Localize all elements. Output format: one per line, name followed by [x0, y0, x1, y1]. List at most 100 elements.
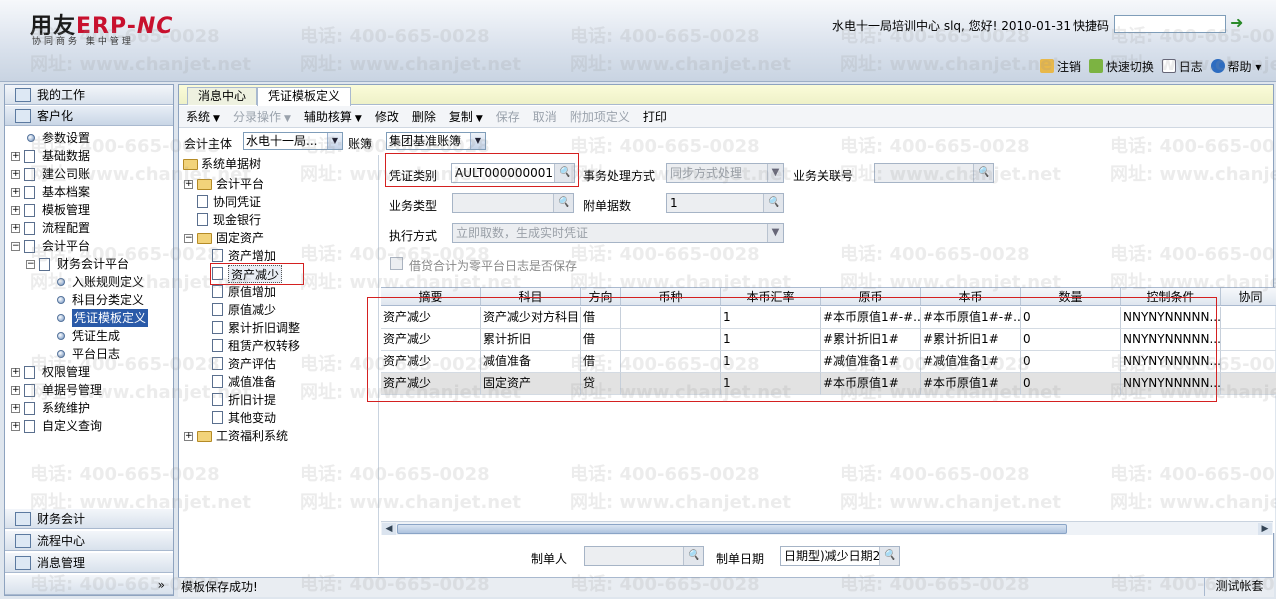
table-cell[interactable]: 资产减少对方科目: [481, 307, 581, 329]
logout-link[interactable]: 注销: [1040, 58, 1081, 75]
tab-message-center[interactable]: 消息中心: [187, 87, 258, 105]
chevron-down-icon[interactable]: ▼: [470, 133, 485, 149]
menu-item[interactable]: 辅助核算 ▼: [304, 106, 362, 130]
search-icon[interactable]: 🔍: [553, 194, 573, 212]
search-icon[interactable]: 🔍: [683, 547, 703, 565]
doc-tree-item[interactable]: 累计折旧调整: [228, 319, 300, 337]
scroll-thumb[interactable]: [397, 524, 1067, 534]
expand-toggle-icon[interactable]: +: [11, 404, 20, 413]
doc-tree-item[interactable]: 资产评估: [228, 355, 276, 373]
log-link[interactable]: 日志: [1161, 58, 1203, 75]
table-cell[interactable]: 减值准备: [481, 351, 581, 373]
search-icon[interactable]: 🔍: [879, 547, 899, 565]
table-row[interactable]: 资产减少 累计折旧借 1 #累计折旧1# #累计折旧1# 0 NNYNYNNNNN...: [381, 329, 1276, 351]
chevron-down-icon[interactable]: ▼: [327, 133, 342, 149]
table-cell[interactable]: #累计折旧1#: [921, 329, 1021, 351]
table-cell[interactable]: [1221, 373, 1276, 395]
table-cell[interactable]: [621, 307, 721, 329]
table-cell[interactable]: 借: [581, 307, 621, 329]
expand-toggle-icon[interactable]: +: [11, 422, 20, 431]
table-cell[interactable]: #本币原值1#-#...: [821, 307, 921, 329]
table-cell[interactable]: NNYNYNNNNN...: [1121, 351, 1221, 373]
voucher-type-field[interactable]: AULT000000001") 🔍: [451, 163, 575, 183]
doc-tree-item[interactable]: 会计平台: [216, 175, 264, 193]
expand-toggle-icon[interactable]: −: [184, 234, 193, 243]
nav-tree-item[interactable]: 建公司账: [42, 165, 90, 183]
table-cell[interactable]: 固定资产: [481, 373, 581, 395]
expand-toggle-icon[interactable]: +: [11, 224, 20, 233]
book-select[interactable]: 集团基准账簿 ▼: [386, 132, 486, 150]
expand-toggle-icon[interactable]: −: [11, 242, 20, 251]
nav-section-flow[interactable]: 流程中心: [5, 531, 173, 551]
process-select[interactable]: 同步方式处理 ▼: [666, 163, 784, 183]
nav-tree-item[interactable]: 凭证模板定义: [72, 309, 149, 327]
go-arrow-icon[interactable]: ➜: [1230, 14, 1246, 32]
nav-tree-item[interactable]: 基础数据: [42, 147, 90, 165]
search-icon[interactable]: 🔍: [763, 194, 783, 212]
doc-tree-item[interactable]: 其他变动: [228, 409, 276, 427]
nav-section-finance[interactable]: 财务会计: [5, 509, 173, 529]
doc-tree-item[interactable]: 原值增加: [228, 283, 276, 301]
doc-tree-item[interactable]: 工资福利系统: [216, 427, 288, 445]
nav-tree-item[interactable]: 流程配置: [42, 219, 90, 237]
doc-tree-item[interactable]: 固定资产: [216, 229, 264, 247]
column-header[interactable]: 币种: [621, 288, 721, 306]
shortcut-input[interactable]: [1114, 15, 1226, 33]
nav-tree-item[interactable]: 会计平台: [42, 237, 90, 255]
doc-tree-item[interactable]: 协同凭证: [213, 193, 261, 211]
column-header[interactable]: 本币: [921, 288, 1021, 306]
expand-toggle-icon[interactable]: +: [11, 188, 20, 197]
biz-link-field[interactable]: 🔍: [874, 163, 994, 183]
expand-toggle-icon[interactable]: +: [11, 386, 20, 395]
table-cell[interactable]: 资产减少: [381, 373, 481, 395]
table-cell[interactable]: NNYNYNNNNN...: [1121, 307, 1221, 329]
doc-tree-item[interactable]: 现金银行: [213, 211, 261, 229]
table-cell[interactable]: 资产减少: [381, 307, 481, 329]
table-row[interactable]: 资产减少 减值准备借 1 #减值准备1# #减值准备1# 0 NNYNYNNNNN...: [381, 351, 1276, 373]
expand-toggle-icon[interactable]: +: [11, 368, 20, 377]
table-row[interactable]: 资产减少 固定资产贷 1 #本币原值1# #本币原值1# 0 NNYNYNNNNN...: [381, 373, 1276, 395]
column-header[interactable]: 原币: [821, 288, 921, 306]
table-cell[interactable]: 贷: [581, 373, 621, 395]
table-cell[interactable]: 1: [721, 307, 821, 329]
table-cell[interactable]: [1221, 351, 1276, 373]
nav-tree-item[interactable]: 凭证生成: [72, 327, 120, 345]
doc-tree-item[interactable]: 原值减少: [228, 301, 276, 319]
nav-tree-item[interactable]: 自定义查询: [42, 417, 102, 435]
nav-collapse-bar[interactable]: »: [5, 575, 173, 595]
table-cell[interactable]: 0: [1021, 373, 1121, 395]
table-cell[interactable]: [621, 329, 721, 351]
tab-voucher-template[interactable]: 凭证模板定义: [257, 87, 352, 106]
nav-tree-item[interactable]: 入账规则定义: [72, 273, 144, 291]
nav-section-customize[interactable]: 客户化: [5, 106, 173, 126]
doc-tree-item[interactable]: 减值准备: [228, 373, 276, 391]
doc-tree-root[interactable]: 系统单据树: [201, 155, 261, 173]
menu-item[interactable]: 修改: [375, 106, 399, 128]
menu-item[interactable]: 复制 ▼: [449, 106, 483, 130]
expand-toggle-icon[interactable]: +: [184, 432, 193, 441]
table-cell[interactable]: #本币原值1#: [921, 373, 1021, 395]
doc-tree-item[interactable]: 租赁产权转移: [228, 337, 300, 355]
table-cell[interactable]: #减值准备1#: [921, 351, 1021, 373]
attach-field[interactable]: 1 🔍: [666, 193, 784, 213]
table-cell[interactable]: 借: [581, 329, 621, 351]
horizontal-scrollbar[interactable]: ◀ ▶: [381, 521, 1273, 535]
log-save-checkbox[interactable]: [390, 257, 403, 270]
table-cell[interactable]: 资产减少: [381, 351, 481, 373]
maker-field[interactable]: 🔍: [584, 546, 704, 566]
table-row[interactable]: 资产减少 资产减少对方科目借 1 #本币原值1#-#... #本币原值1#-#... 0 N…: [381, 307, 1276, 329]
chevron-down-icon[interactable]: ▼: [767, 224, 783, 242]
table-cell[interactable]: #本币原值1#: [821, 373, 921, 395]
doc-tree-item[interactable]: 折旧计提: [228, 391, 276, 409]
nav-section-messages[interactable]: 消息管理: [5, 553, 173, 573]
doc-tree-item[interactable]: 资产减少: [228, 265, 283, 283]
nav-tree-item[interactable]: 参数设置: [42, 129, 90, 147]
table-cell[interactable]: #累计折旧1#: [821, 329, 921, 351]
table-cell[interactable]: [621, 351, 721, 373]
column-header[interactable]: 科目: [481, 288, 581, 306]
table-cell[interactable]: 1: [721, 329, 821, 351]
entity-select[interactable]: 水电十一局... ▼: [243, 132, 343, 150]
scroll-left-icon[interactable]: ◀: [382, 523, 396, 535]
column-header[interactable]: 控制条件: [1121, 288, 1221, 306]
nav-tree-item[interactable]: 科目分类定义: [72, 291, 144, 309]
